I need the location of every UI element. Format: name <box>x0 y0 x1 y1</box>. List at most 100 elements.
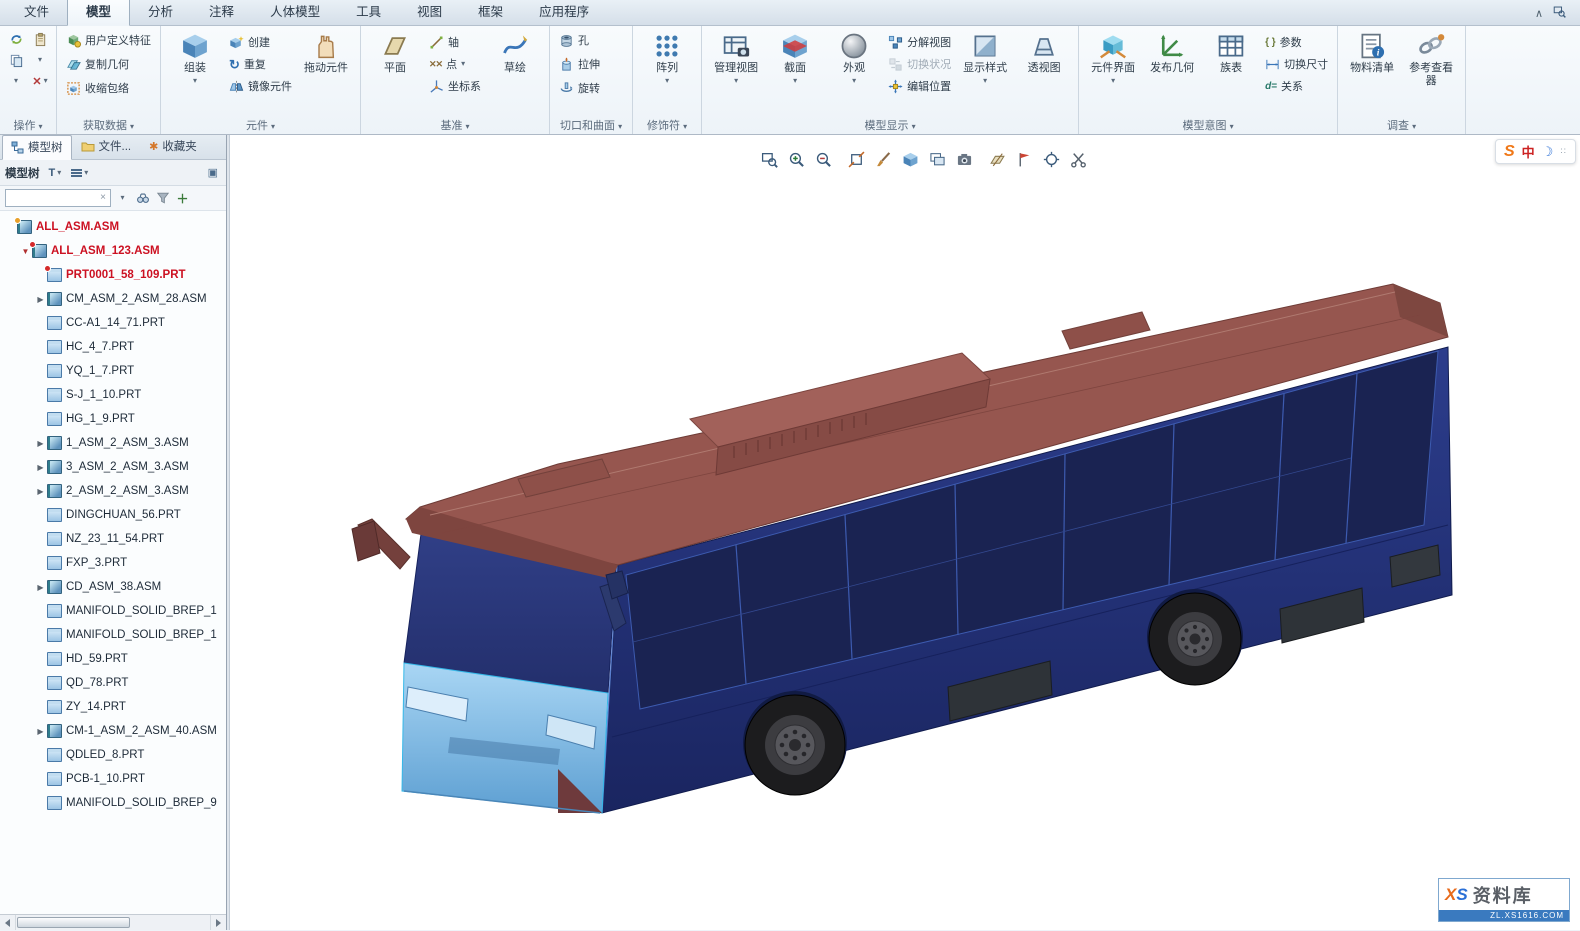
bus-front-wheel[interactable] <box>745 695 845 795</box>
datum-csys-button[interactable]: 坐标系 <box>426 76 484 96</box>
group-label-model-display[interactable]: 模型显示 ▾ <box>702 115 1078 134</box>
find-button[interactable] <box>134 189 151 207</box>
datum-axis-button[interactable]: 轴 <box>426 32 484 52</box>
bus-rear-wheel[interactable] <box>1149 593 1241 685</box>
tab-file[interactable]: 文件 <box>6 0 67 25</box>
scroll-left-button[interactable] <box>0 915 16 930</box>
tree-item[interactable]: HC_4_7.PRT <box>0 335 226 359</box>
tree-horizontal-scrollbar[interactable] <box>0 914 226 930</box>
display-style-button[interactable]: 显示样式▾ <box>957 30 1013 87</box>
saved-orientations-button[interactable] <box>925 148 950 171</box>
tree-item[interactable]: ▶CM_ASM_2_ASM_28.ASM <box>0 287 226 311</box>
tree-item[interactable]: HD_59.PRT <box>0 647 226 671</box>
tree-item[interactable]: ▶CD_ASM_38.ASM <box>0 575 226 599</box>
tab-annotate[interactable]: 注释 <box>191 0 252 25</box>
zoom-in-window-button[interactable] <box>757 148 782 171</box>
datum-display-filters-button[interactable] <box>985 148 1010 171</box>
tree-item[interactable]: ▼ALL_ASM_123.ASM <box>0 239 226 263</box>
expand-arrow-icon[interactable]: ▶ <box>34 583 47 592</box>
graphics-area[interactable]: S 中 ☽ ∶∶ <box>230 135 1580 930</box>
tab-model-tree[interactable]: 模型树 <box>2 135 72 160</box>
datum-plane-button[interactable]: 平面 <box>367 30 423 77</box>
family-table-button[interactable]: 族表 <box>1203 30 1259 77</box>
tree-item[interactable]: YQ_1_7.PRT <box>0 359 226 383</box>
appearance-button[interactable]: 外观▾ <box>826 30 882 87</box>
bus-mirror-left[interactable] <box>352 519 410 569</box>
clear-search-button[interactable]: × <box>96 190 110 205</box>
parameters-button[interactable]: { }参数 <box>1262 32 1331 52</box>
collapse-ribbon-button[interactable]: ∧ <box>1535 7 1543 20</box>
capture-image-button[interactable] <box>952 148 977 171</box>
shrinkwrap-button[interactable]: 收缩包络 <box>63 78 132 98</box>
tree-filters-button[interactable]: ▾ <box>68 167 91 179</box>
tab-folder-browser[interactable]: 文件... <box>72 134 141 159</box>
expand-arrow-icon[interactable]: ▶ <box>34 439 47 448</box>
refit-button[interactable] <box>844 148 869 171</box>
copy-button[interactable] <box>6 51 26 69</box>
display-style-button[interactable] <box>898 148 923 171</box>
udf-button[interactable]: 用户定义特征 <box>63 30 154 50</box>
paste-button[interactable] <box>30 30 50 48</box>
spin-center-button[interactable] <box>1039 148 1064 171</box>
tree-item[interactable]: ALL_ASM.ASM <box>0 215 226 239</box>
assemble-button[interactable]: 组装▾ <box>167 30 223 87</box>
tab-applications[interactable]: 应用程序 <box>521 0 607 25</box>
zoom-in-button[interactable] <box>784 148 809 171</box>
group-label-modifiers[interactable]: 修饰符 ▾ <box>633 115 701 134</box>
revolve-button[interactable]: 旋转 <box>556 78 603 98</box>
extrude-button[interactable]: 拉伸 <box>556 54 603 74</box>
clip-button[interactable] <box>1066 148 1091 171</box>
bill-of-materials-button[interactable]: 物料清单 <box>1344 30 1400 77</box>
tree-item[interactable]: CC-A1_14_71.PRT <box>0 311 226 335</box>
tree-item[interactable]: DINGCHUAN_56.PRT <box>0 503 226 527</box>
repaint-button[interactable] <box>871 148 896 171</box>
bus-3d-model[interactable] <box>350 257 1472 831</box>
tree-item[interactable]: QD_78.PRT <box>0 671 226 695</box>
hole-button[interactable]: 孔 <box>556 30 592 50</box>
relations-button[interactable]: d=关系 <box>1262 76 1331 96</box>
tab-model[interactable]: 模型 <box>67 0 130 26</box>
tree-item[interactable]: ▶CM-1_ASM_2_ASM_40.ASM <box>0 719 226 743</box>
edit-position-button[interactable]: 编辑位置 <box>885 76 954 96</box>
tree-item[interactable]: ZY_14.PRT <box>0 695 226 719</box>
tree-item[interactable]: FXP_3.PRT <box>0 551 226 575</box>
publish-geometry-button[interactable]: 发布几何 <box>1144 30 1200 77</box>
mirror-component-button[interactable]: 镜像元件 <box>226 76 295 96</box>
tab-tools[interactable]: 工具 <box>338 0 399 25</box>
tree-item[interactable]: ▶1_ASM_2_ASM_3.ASM <box>0 431 226 455</box>
expand-arrow-icon[interactable]: ▶ <box>34 727 47 736</box>
ime-language-indicator[interactable]: 中 <box>1522 142 1535 161</box>
tab-analysis[interactable]: 分析 <box>130 0 191 25</box>
sketch-button[interactable]: 草绘 <box>487 30 543 77</box>
repeat-button[interactable]: ↻重复 <box>226 54 295 74</box>
tree-item[interactable]: MANIFOLD_SOLID_BREP_1 <box>0 599 226 623</box>
scrollbar-thumb[interactable] <box>17 917 130 928</box>
tree-item[interactable]: PCB-1_10.PRT <box>0 767 226 791</box>
zoom-out-button[interactable] <box>811 148 836 171</box>
tree-item[interactable]: MANIFOLD_SOLID_BREP_9 <box>0 791 226 815</box>
tree-item[interactable]: PRT0001_58_109.PRT <box>0 263 226 287</box>
perspective-button[interactable]: 透视图 <box>1016 30 1072 77</box>
group-label-operations[interactable]: 操作 ▾ <box>0 115 56 134</box>
create-component-button[interactable]: 创建 <box>226 32 295 52</box>
copy-geometry-button[interactable]: 复制几何 <box>63 54 132 74</box>
group-label-model-intent[interactable]: 模型意图 ▾ <box>1079 115 1337 134</box>
ime-bar[interactable]: S 中 ☽ ∶∶ <box>1495 139 1576 164</box>
drag-components-button[interactable]: 拖动元件 <box>298 30 354 77</box>
tree-options-button[interactable]: ▣ <box>205 164 221 181</box>
ime-tools-icon[interactable]: ∶∶ <box>1560 146 1567 157</box>
pattern-button[interactable]: 阵列▾ <box>639 30 695 87</box>
operations-more-button[interactable]: ▾ <box>6 72 26 90</box>
regenerate-button[interactable] <box>6 30 26 48</box>
tree-item[interactable]: QDLED_8.PRT <box>0 743 226 767</box>
tab-view[interactable]: 视图 <box>399 0 460 25</box>
tree-column-display-button[interactable]: T▾ <box>46 165 65 181</box>
reference-viewer-button[interactable]: 参考查看器 <box>1403 30 1459 89</box>
add-filter-button[interactable]: ＋ <box>174 189 191 207</box>
scrollbar-track[interactable] <box>16 915 210 930</box>
tab-framework[interactable]: 框架 <box>460 0 521 25</box>
scroll-right-button[interactable] <box>210 915 226 930</box>
sections-button[interactable]: 截面▾ <box>767 30 823 87</box>
regenerate-dropdown-button[interactable]: ▾ <box>30 51 50 69</box>
expand-arrow-icon[interactable]: ▶ <box>34 295 47 304</box>
